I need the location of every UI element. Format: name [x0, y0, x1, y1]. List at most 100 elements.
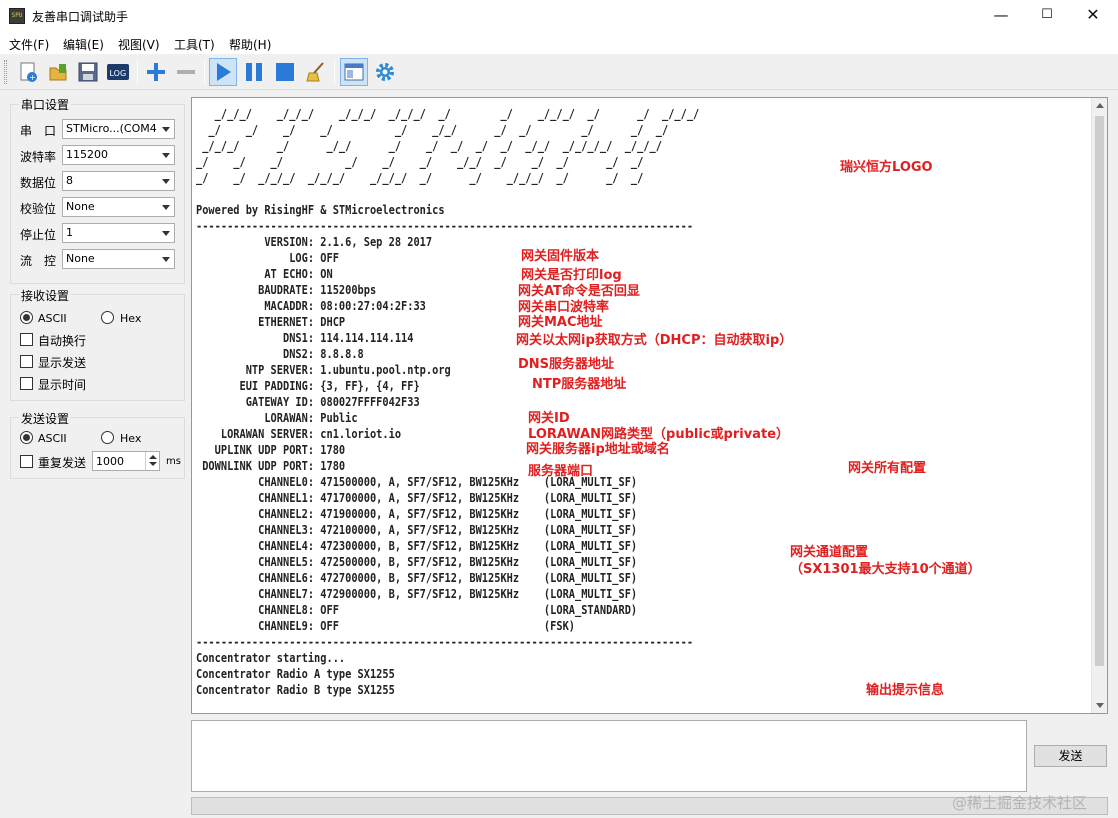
remove-icon[interactable] — [172, 58, 200, 86]
toolbar-separator — [334, 60, 335, 84]
open-file-icon[interactable] — [44, 58, 72, 86]
annotation-server: 网关服务器ip地址或域名 — [526, 442, 670, 457]
send-ascii-radio[interactable] — [20, 431, 33, 444]
add-icon[interactable] — [142, 58, 170, 86]
baudrate-value: 115200 — [66, 148, 108, 161]
minimize-button[interactable]: — — [978, 0, 1024, 32]
log-icon-label: LOG — [110, 69, 127, 78]
title-bar: SPU 友善串口调试助手 — ☐ ✕ — [0, 0, 1118, 32]
receive-settings-title: 接收设置 — [19, 287, 72, 304]
port-select[interactable]: STMicro...(COM4 — [62, 119, 175, 139]
chevron-down-icon — [162, 231, 170, 236]
play-icon[interactable] — [209, 58, 237, 86]
window-title: 友善串口调试助手 — [32, 10, 129, 24]
app-icon: SPU — [9, 8, 25, 24]
baudrate-select[interactable]: 115200 — [62, 145, 175, 165]
send-settings-title: 发送设置 — [19, 410, 72, 427]
databits-value: 8 — [66, 174, 73, 187]
broom-clear-icon[interactable] — [302, 58, 330, 86]
annotation-logo: 瑞兴恒方LOGO — [840, 160, 933, 175]
stopbits-select[interactable]: 1 — [62, 223, 175, 243]
pause-icon[interactable] — [240, 58, 268, 86]
flowcontrol-label: 流 控 — [20, 254, 57, 268]
menu-edit[interactable]: 编辑(E) — [63, 36, 104, 53]
chevron-down-icon — [162, 127, 170, 132]
annotation-port: 服务器端口 — [528, 464, 594, 479]
databits-label: 数据位 — [20, 176, 57, 190]
chevron-up-icon — [149, 455, 157, 459]
receive-ascii-label: ASCII — [38, 312, 67, 325]
parity-select[interactable]: None — [62, 197, 175, 217]
new-connection-icon[interactable]: + — [14, 58, 42, 86]
annotation-dns: DNS服务器地址 — [518, 357, 615, 372]
settings-gear-icon[interactable] — [371, 58, 399, 86]
repeat-send-label: 重复发送 — [38, 456, 87, 470]
toolbar-separator — [137, 60, 138, 84]
repeat-send-checkbox[interactable] — [20, 455, 33, 468]
spinner-buttons[interactable] — [145, 452, 159, 470]
annotation-ntp: NTP服务器地址 — [532, 377, 627, 392]
window-layout-icon[interactable] — [340, 58, 368, 86]
log-icon[interactable]: LOG — [104, 58, 132, 86]
stopbits-value: 1 — [66, 226, 73, 239]
repeat-interval-spinner[interactable]: 1000 — [92, 451, 160, 471]
stop-icon[interactable] — [271, 58, 299, 86]
receive-hex-radio[interactable] — [101, 311, 114, 324]
menu-file[interactable]: 文件(F) — [9, 36, 49, 53]
send-ascii-label: ASCII — [38, 432, 67, 445]
scrollbar-thumb[interactable] — [1095, 116, 1104, 666]
chevron-down-icon — [162, 257, 170, 262]
annotation-mac: 网关MAC地址 — [518, 315, 603, 330]
annotation-version: 网关固件版本 — [521, 249, 600, 264]
scroll-up-icon — [1096, 103, 1104, 108]
maximize-button[interactable]: ☐ — [1024, 0, 1070, 32]
toolbar-separator — [204, 60, 205, 84]
toolbar-grip — [4, 60, 7, 84]
chevron-down-icon — [162, 153, 170, 158]
chevron-down-icon — [162, 205, 170, 210]
interval-unit: ms — [166, 456, 181, 467]
serial-settings-title: 串口设置 — [19, 96, 72, 113]
show-send-label: 显示发送 — [38, 356, 87, 370]
receive-display[interactable]: _/_/_/ _/_/_/ _/_/_/ _/_/_/ _/ _/ _/_/_/… — [191, 97, 1108, 714]
port-label: 串 口 — [20, 124, 57, 138]
receive-hex-label: Hex — [120, 312, 142, 325]
show-time-label: 显示时间 — [38, 378, 87, 392]
receive-scrollbar[interactable] — [1091, 98, 1107, 713]
auto-wrap-checkbox[interactable] — [20, 333, 33, 346]
menu-tools[interactable]: 工具(T) — [174, 36, 215, 53]
annotation-output: 输出提示信息 — [866, 683, 945, 698]
repeat-interval-value: 1000 — [96, 455, 124, 468]
menu-help[interactable]: 帮助(H) — [229, 36, 271, 53]
flowcontrol-select[interactable]: None — [62, 249, 175, 269]
show-time-checkbox[interactable] — [20, 377, 33, 390]
flowcontrol-value: None — [66, 252, 95, 265]
databits-select[interactable]: 8 — [62, 171, 175, 191]
baudrate-label: 波特率 — [20, 150, 57, 164]
receive-text: _/_/_/ _/_/_/ _/_/_/ _/_/_/ _/ _/ _/_/_/… — [196, 107, 700, 697]
auto-wrap-label: 自动换行 — [38, 334, 87, 348]
watermark: @稀土掘金技术社区 — [952, 794, 1088, 812]
receive-ascii-radio[interactable] — [20, 311, 33, 324]
scroll-down-icon — [1096, 703, 1104, 708]
close-button[interactable]: ✕ — [1070, 0, 1116, 32]
parity-value: None — [66, 200, 95, 213]
send-hex-label: Hex — [120, 432, 142, 445]
send-input[interactable] — [191, 720, 1027, 792]
show-send-checkbox[interactable] — [20, 355, 33, 368]
parity-label: 校验位 — [20, 202, 57, 216]
port-value: STMicro...(COM4 — [66, 122, 157, 135]
toolbar: + LOG — [0, 54, 1118, 90]
chevron-down-icon — [149, 462, 157, 466]
menu-bar: 文件(F) 编辑(E) 视图(V) 工具(T) 帮助(H) — [0, 32, 1118, 54]
save-icon[interactable] — [74, 58, 102, 86]
receive-settings-group — [10, 294, 185, 401]
stopbits-label: 停止位 — [20, 228, 57, 242]
annotation-ethernet: 网关以太网ip获取方式（DHCP：自动获取ip） — [516, 333, 793, 348]
send-button[interactable]: 发送 — [1034, 745, 1107, 767]
chevron-down-icon — [162, 179, 170, 184]
annotation-all-config: 网关所有配置 — [848, 461, 927, 476]
send-hex-radio[interactable] — [101, 431, 114, 444]
menu-view[interactable]: 视图(V) — [118, 36, 160, 53]
annotation-channel-note: （SX1301最大支持10个通道） — [790, 562, 981, 577]
